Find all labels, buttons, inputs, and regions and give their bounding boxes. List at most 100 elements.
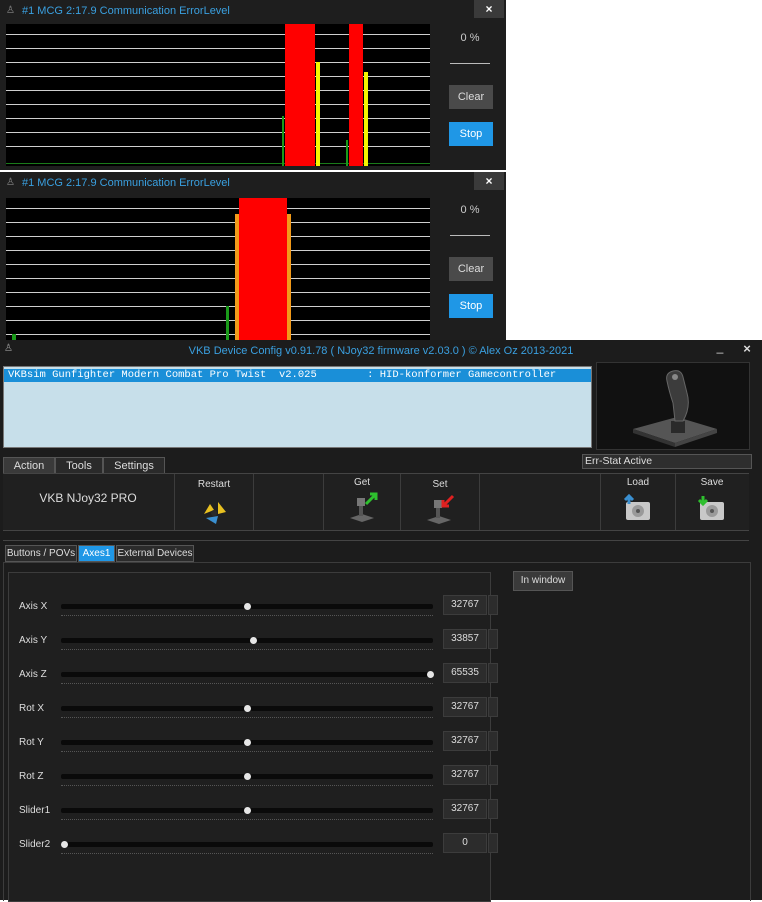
tab-axes1[interactable]: Axes1 [78,545,115,562]
axis-value: 32767 [443,697,487,717]
close-button[interactable]: × [474,172,504,190]
grid-line [6,278,430,279]
device-list[interactable]: VKBsim Gunfighter Modern Combat Pro Twis… [3,366,592,448]
axis-value-extra [488,799,498,819]
grid-line [6,222,430,223]
axis-slider-handle[interactable] [427,671,434,678]
axis-value: 32767 [443,595,487,615]
error-level-window-1: ♙ #1 MCG 2:17.9 Communication ErrorLevel… [0,0,506,170]
axis-slider-handle[interactable] [244,807,251,814]
axis-tick-marks [61,717,433,719]
axes-panel: Axis X 32767 Axis Y 33857 Axis Z 65535 Rot X 32… [8,572,498,902]
minimize-button[interactable]: _ [708,340,732,358]
axis-value: 32767 [443,731,487,751]
close-button[interactable]: × [734,340,760,358]
axis-slider-handle[interactable] [244,603,251,610]
clear-button[interactable]: Clear [449,257,493,281]
close-button[interactable]: × [474,0,504,18]
axis-slider-track[interactable] [61,672,433,677]
title-bar[interactable]: ♙ VKB Device Config v0.91.78 ( NJoy32 fi… [0,340,762,362]
axis-value: 32767 [443,765,487,785]
set-label: Set [432,479,448,490]
axis-row: Slider2 0 [9,833,498,867]
grid-line [6,34,430,35]
axis-value-extra [488,765,498,785]
axis-value-extra [488,833,498,853]
joystick-image [596,362,750,450]
error-bar-red [239,198,287,340]
stop-button[interactable]: Stop [449,294,493,318]
axis-value: 0 [443,833,487,853]
set-button[interactable]: Set [401,474,479,530]
title-bar[interactable]: ♙ #1 MCG 2:17.9 Communication ErrorLevel… [0,172,506,194]
restart-icon [204,502,226,524]
axis-slider-handle[interactable] [244,739,251,746]
get-button[interactable]: Get [324,474,400,530]
axis-slider-handle[interactable] [244,773,251,780]
grid-line [6,250,430,251]
axis-slider-track[interactable] [61,842,433,847]
joystick-icon: ♙ [6,5,15,16]
stop-button[interactable]: Stop [449,122,493,146]
grid-line [6,264,430,265]
action-toolbar: VKB NJoy32 PRO Restart Get Set Load Save [3,473,749,531]
restart-label: Restart [197,479,231,490]
joystick-icon: ♙ [6,177,15,188]
tab-external-devices[interactable]: External Devices [116,545,194,562]
axis-slider-handle[interactable] [244,705,251,712]
axis-value-extra [488,595,498,615]
title-bar[interactable]: ♙ #1 MCG 2:17.9 Communication ErrorLevel… [0,0,506,22]
load-label: Load [626,477,650,488]
load-button[interactable]: Load [601,474,675,530]
axis-tick-marks [61,615,433,617]
axis-tick-marks [61,819,433,821]
restart-button[interactable]: Restart [175,474,253,530]
grid-line [6,62,430,63]
device-row-selected[interactable]: VKBsim Gunfighter Modern Combat Pro Twis… [4,369,591,382]
separator [253,474,254,530]
error-bar-yellow [316,62,320,166]
axis-slider-handle[interactable] [61,841,68,848]
in-window-button[interactable]: In window [513,571,573,591]
clear-button[interactable]: Clear [449,85,493,109]
axis-row: Axis X 32767 [9,595,498,629]
axis-row: Axis Y 33857 [9,629,498,663]
error-level-plot [6,198,430,340]
axis-value-extra [488,663,498,683]
tab-buttons-povs[interactable]: Buttons / POVs [5,545,77,562]
grid-line [6,292,430,293]
percent-label: 0 % [460,204,480,216]
error-bar-green [346,140,348,166]
axis-value: 33857 [443,629,487,649]
error-level-window-2: ♙ #1 MCG 2:17.9 Communication ErrorLevel… [0,172,506,340]
window-title: #1 MCG 2:17.9 Communication ErrorLevel [22,177,230,189]
axis-value: 65535 [443,663,487,683]
error-bar-green [226,306,229,340]
error-level-plot [6,24,430,166]
save-button[interactable]: Save [676,474,748,530]
axis-slider-track[interactable] [61,638,433,643]
axis-row: Rot Y 32767 [9,731,498,765]
grid-line [6,236,430,237]
axis-tick-marks [61,683,433,685]
axis-value-extra [488,629,498,649]
grid-line [6,334,430,335]
grid-line [6,48,430,49]
window-title: #1 MCG 2:17.9 Communication ErrorLevel [22,5,230,17]
window-title: VKB Device Config v0.91.78 ( NJoy32 firm… [188,345,574,357]
save-label: Save [700,477,724,488]
separator [479,474,480,530]
get-label: Get [353,477,371,488]
grid-line [6,208,430,209]
joystick-get-icon [350,492,378,522]
axis-tick-marks [61,853,433,855]
axis-row: Slider1 32767 [9,799,498,833]
axis-value-extra [488,697,498,717]
error-bar-green [282,116,284,166]
separator [450,235,490,236]
err-stat-indicator: Err-Stat Active [582,454,752,469]
axis-row: Rot Z 32767 [9,765,498,799]
grid-line [6,320,430,321]
error-bar-orange [287,214,291,340]
load-disk-icon [623,494,650,520]
